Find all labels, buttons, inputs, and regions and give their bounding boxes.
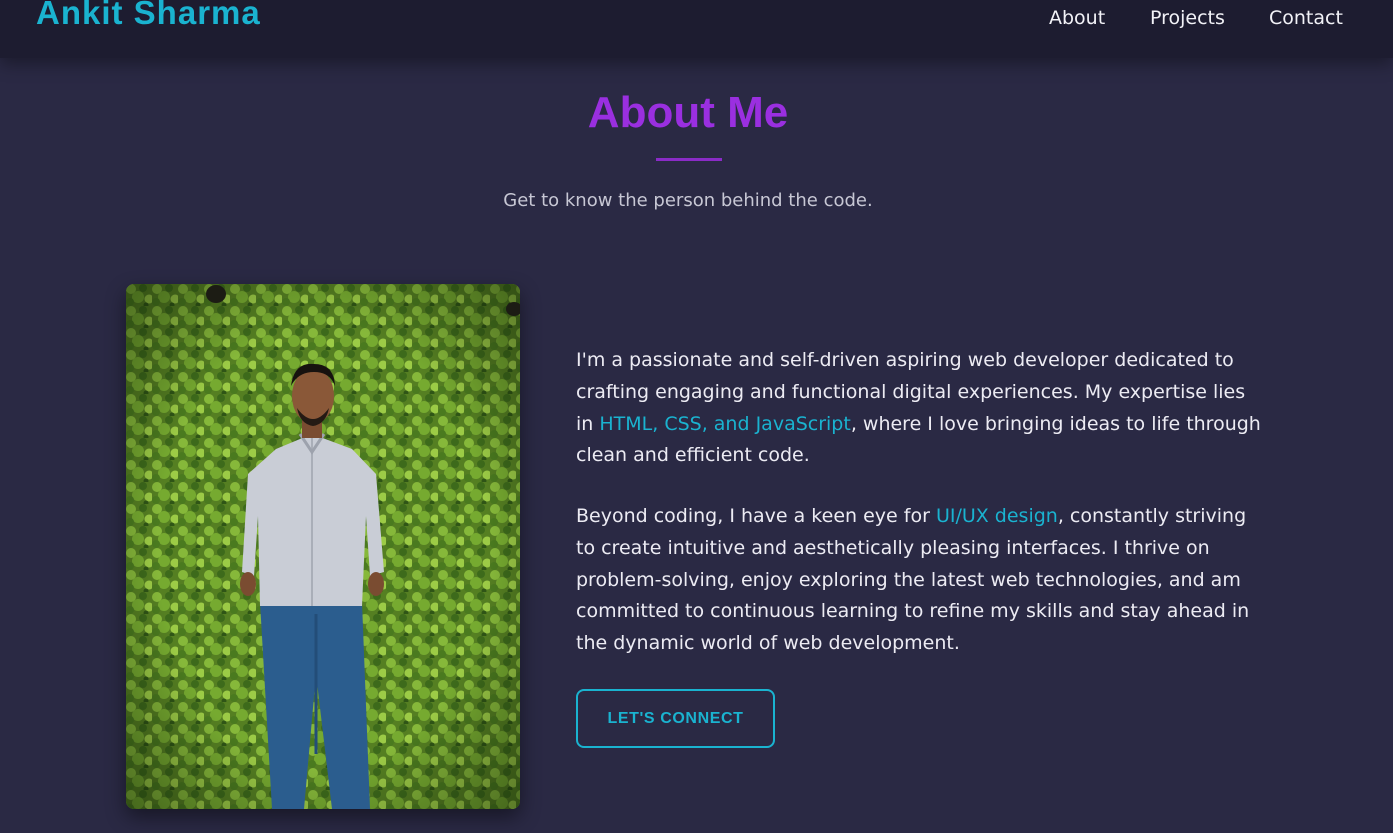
top-navbar: Ankit Sharma About Projects Contact [0,0,1393,58]
bio-text: , constantly striving to create intuitiv… [576,505,1250,655]
section-title: About Me [587,88,789,137]
section-subtitle: Get to know the person behind the code. [503,190,873,211]
nav-link-projects[interactable]: Projects [1150,7,1225,29]
bio-paragraph-2: Beyond coding, I have a keen eye for UI/… [576,501,1266,660]
lets-connect-button[interactable]: LET'S CONNECT [576,689,775,748]
design-highlight: UI/UX design [935,505,1058,527]
nav-link-about[interactable]: About [1049,7,1105,29]
profile-photo [126,284,520,809]
bio-text: Beyond coding, I have a keen eye for [576,505,936,527]
brand-logo[interactable]: Ankit Sharma [36,0,261,32]
bio-paragraph-1: I'm a passionate and self-driven aspirin… [576,345,1266,472]
skills-highlight: HTML, CSS, and JavaScript [599,412,851,435]
title-underline [656,158,722,161]
nav-link-contact[interactable]: Contact [1269,7,1343,29]
